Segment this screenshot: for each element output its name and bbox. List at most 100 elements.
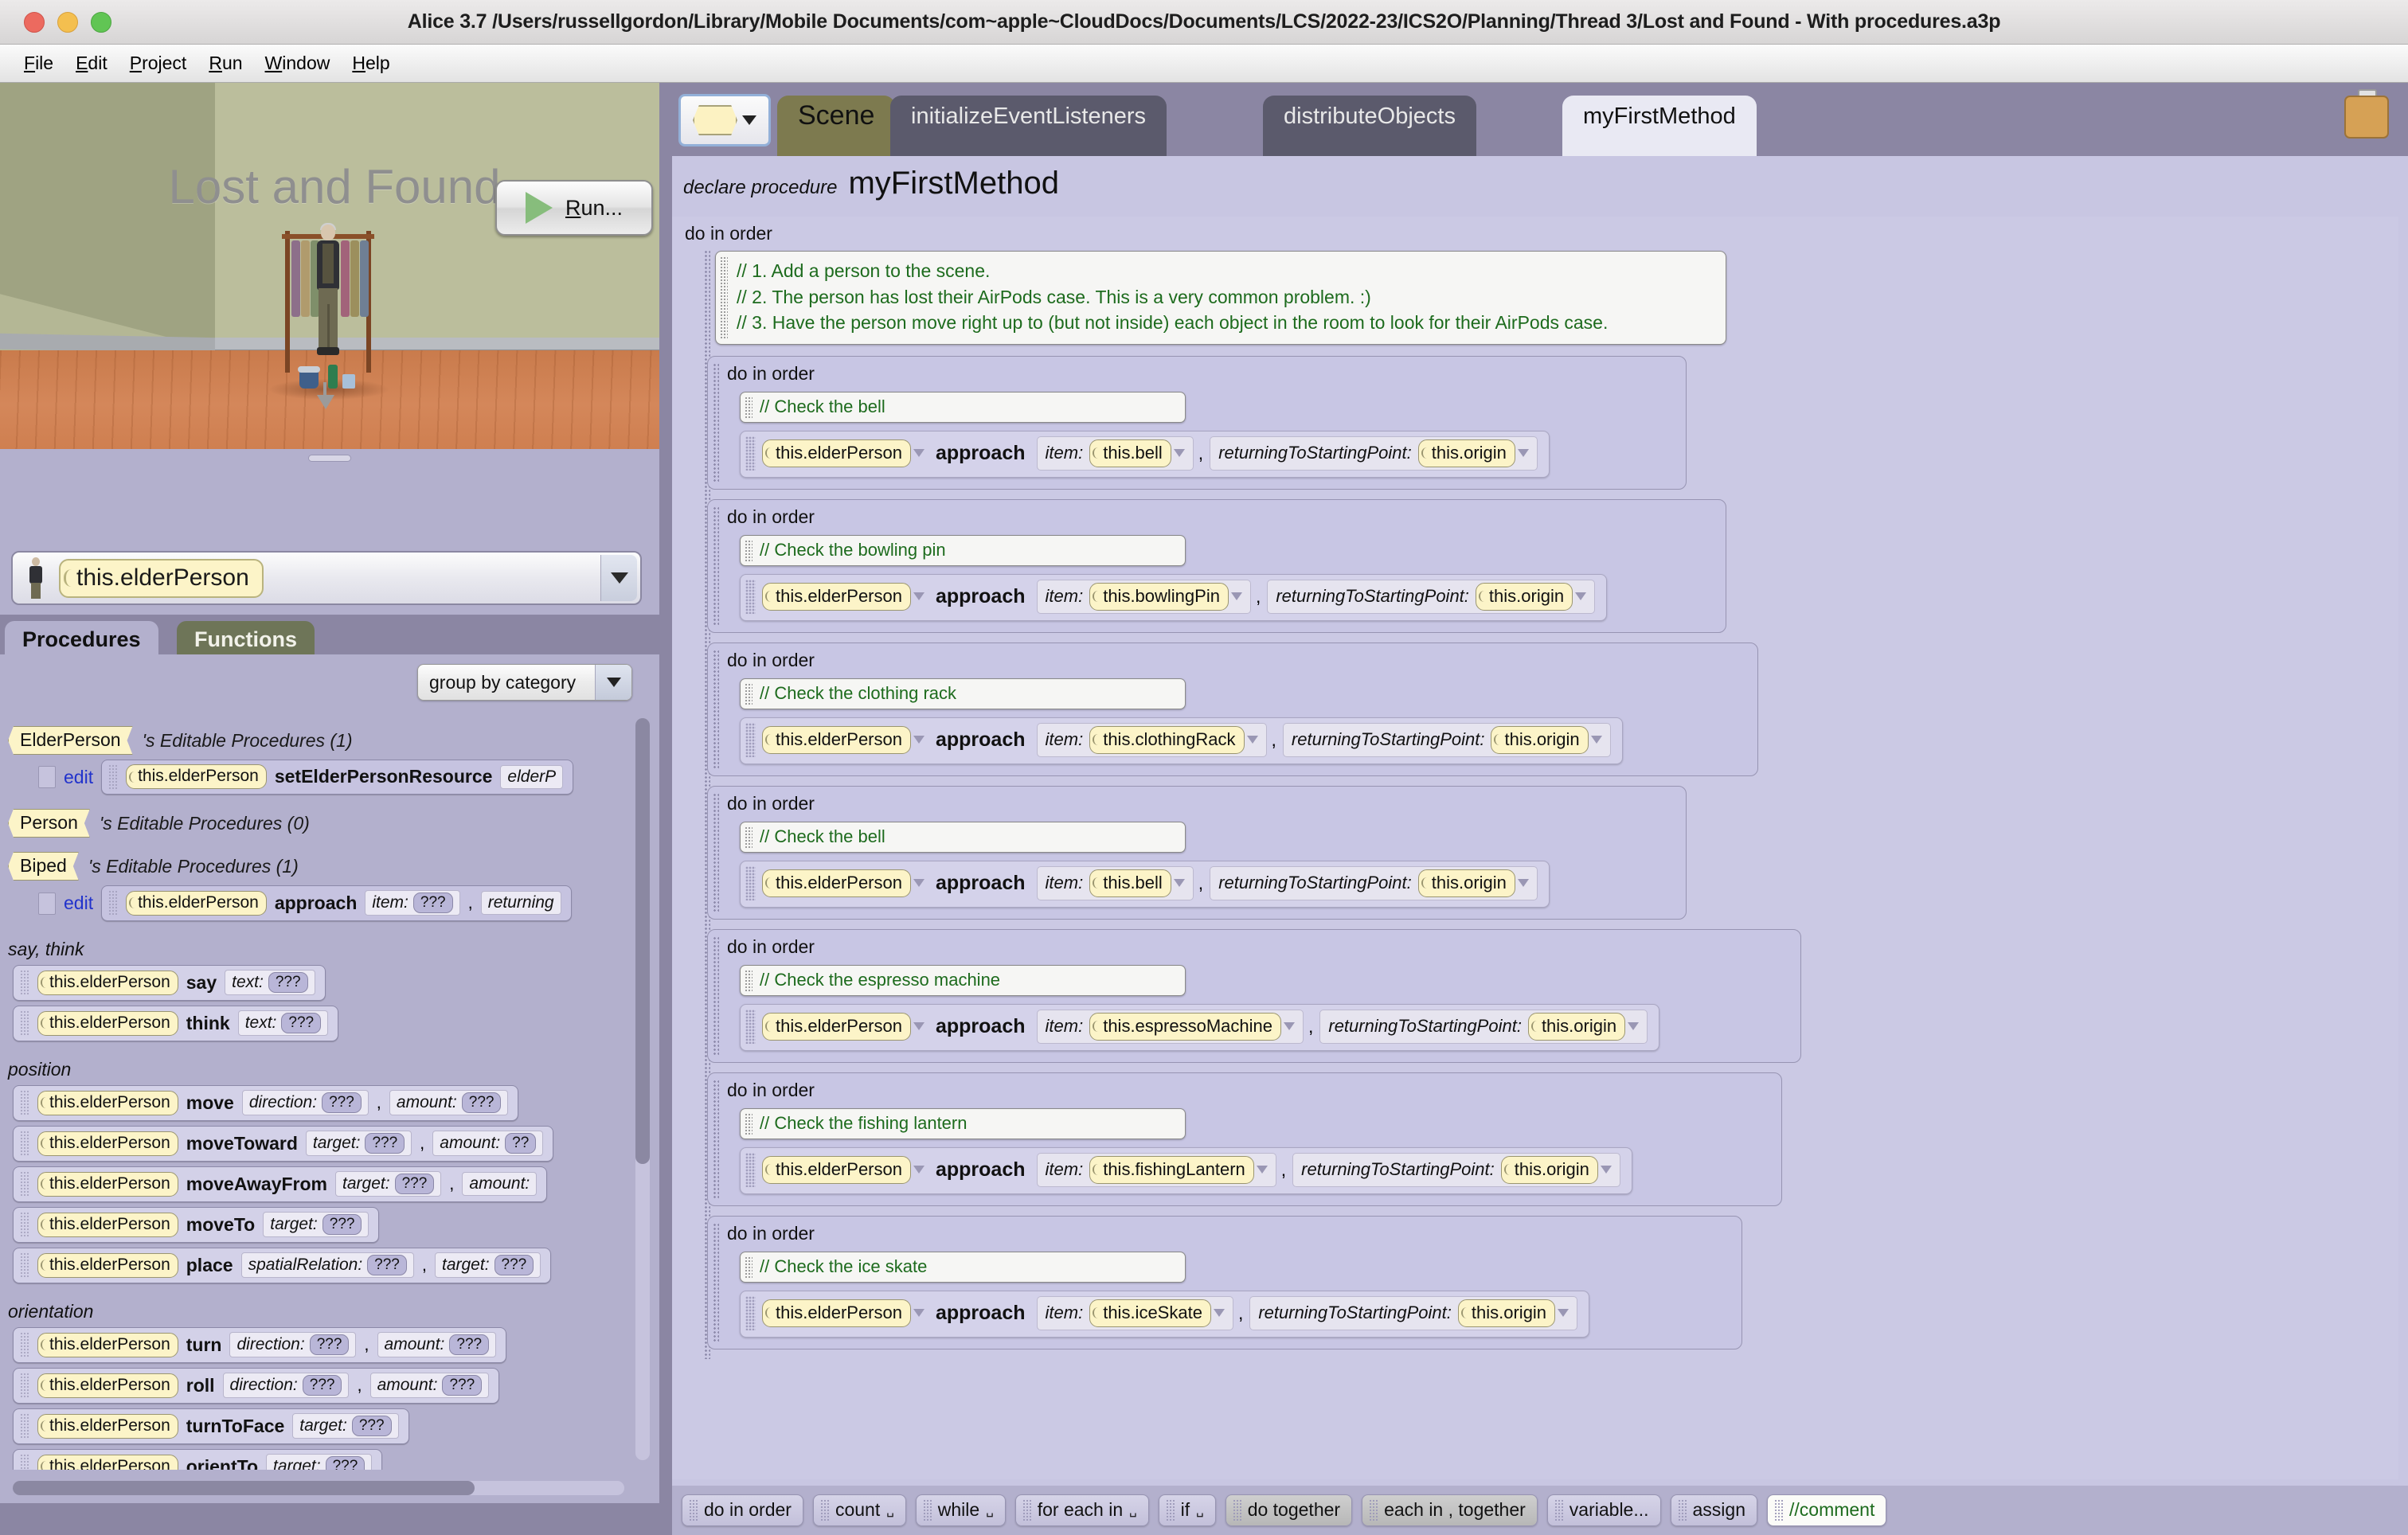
param-value[interactable]: ??? [322,1092,362,1113]
approach-statement[interactable]: this.elderPerson approach item: this.bel… [740,431,1550,478]
palette-tile-count[interactable]: count␣ [813,1494,906,1526]
arg-value-chip[interactable]: this.origin [1418,869,1515,897]
group-by-dropdown[interactable]: group by category [417,664,632,701]
param-box[interactable]: target: ??? [435,1252,541,1278]
procedure-row[interactable]: this.elderPerson move direction: ??? , a… [13,1085,629,1121]
object-chip[interactable]: this.elderPerson [762,1156,911,1184]
chevron-down-icon[interactable] [913,736,924,744]
chevron-down-icon[interactable] [1601,1166,1612,1174]
drag-grip-icon[interactable] [20,1090,29,1115]
arg-value-chip[interactable]: this.origin [1418,439,1515,467]
splitter-grip[interactable] [308,455,351,462]
param-box[interactable]: direction: ??? [229,1332,356,1357]
edit-link[interactable]: edit [64,767,93,788]
param-box[interactable]: amount: ?? [432,1131,543,1156]
chevron-down-icon[interactable] [595,665,631,700]
approach-statement[interactable]: this.elderPerson approach item: this.fis… [740,1147,1632,1194]
param-value[interactable]: ?? [505,1133,536,1154]
arg-returning-to-starting-point[interactable]: returningToStartingPoint: this.origin [1283,723,1611,757]
drag-grip-icon[interactable] [108,890,118,916]
arg-value-chip[interactable]: this.iceSkate [1089,1299,1211,1327]
palette-tile-for-each-in[interactable]: for each in␣ [1015,1494,1149,1526]
param-box[interactable]: returning [481,891,561,915]
object-chip[interactable]: this.elderPerson [762,583,911,611]
do-in-order-block[interactable]: do in order // Check the espresso machin… [707,929,1801,1063]
param-value[interactable]: ??? [310,1334,350,1355]
procedure-tile-movetoward[interactable]: this.elderPerson moveToward target: ??? … [13,1126,553,1162]
drag-grip-icon[interactable] [745,683,752,705]
approach-statement[interactable]: this.elderPerson approach item: this.bow… [740,574,1607,621]
arg-item[interactable]: item: this.espressoMachine [1037,1010,1304,1044]
drag-grip-icon[interactable] [745,1153,756,1187]
procedure-tile-moveawayfrom[interactable]: this.elderPerson moveAwayFrom target: ??… [13,1166,547,1202]
procedure-row[interactable]: edit this.elderPerson setElderPersonReso… [38,760,629,795]
palette-tile-while[interactable]: while␣ [916,1494,1006,1526]
param-box[interactable]: target: ??? [335,1171,441,1197]
clipboard-icon[interactable] [2344,89,2389,139]
arg-value-chip[interactable]: this.fishingLantern [1089,1156,1254,1184]
chevron-down-icon[interactable] [913,1166,924,1174]
drag-grip-icon[interactable] [745,1296,756,1330]
param-box[interactable]: amount: ??? [370,1373,490,1398]
procedure-tile-think[interactable]: this.elderPerson think text: ??? [13,1006,338,1041]
tab-distribute-objects[interactable]: distributeObjects [1263,96,1476,156]
scene-object-button[interactable] [678,94,771,146]
inline-comment[interactable]: // Check the bell [740,822,1186,853]
chevron-down-icon[interactable] [1247,736,1258,744]
arg-value-chip[interactable]: this.bell [1089,869,1171,897]
do-in-order-block[interactable]: do in order // Check the bowling pin thi… [707,499,1726,633]
chevron-down-icon[interactable] [1257,1166,1268,1174]
inline-comment[interactable]: // Check the clothing rack [740,678,1186,709]
tab-initialize-event-listeners[interactable]: initializeEventListeners [890,96,1167,156]
tab-procedures[interactable]: Procedures [5,621,158,658]
chevron-down-icon[interactable] [1284,1022,1295,1030]
param-box[interactable]: item: ??? [365,890,459,916]
do-in-order-root-block[interactable]: do in order // 1. Add a person to the sc… [685,223,2390,1359]
param-box[interactable]: elderP [500,765,563,789]
drag-grip-icon[interactable] [745,1113,752,1135]
chevron-down-icon[interactable] [1214,1309,1225,1317]
menu-project[interactable]: Project [119,49,198,77]
param-box[interactable]: amount: [462,1172,537,1196]
chevron-down-icon[interactable] [1518,879,1529,887]
procedure-tile-move[interactable]: this.elderPerson move direction: ??? , a… [13,1085,518,1121]
drag-grip-icon[interactable] [1166,1499,1175,1521]
approach-statement[interactable]: this.elderPerson approach item: this.ice… [740,1291,1589,1338]
arg-value-chip[interactable]: this.clothingRack [1089,726,1244,754]
drag-grip-icon[interactable] [1233,1499,1241,1521]
chevron-down-icon[interactable] [1575,592,1586,600]
procedure-row[interactable]: this.elderPerson think text: ??? [13,1006,629,1041]
do-in-order-block[interactable]: do in order // Check the ice skate this.… [707,1216,1742,1349]
procedure-row[interactable]: this.elderPerson moveTo target: ??? [13,1207,629,1243]
drag-grip-icon[interactable] [745,723,756,757]
palette-tile-if[interactable]: if␣ [1159,1494,1216,1526]
palette-tile-assign[interactable]: assign [1671,1494,1757,1526]
procedure-tile-turn[interactable]: this.elderPerson turn direction: ??? , a… [13,1327,506,1363]
arg-value-chip[interactable]: this.origin [1528,1013,1625,1041]
procedure-tile-turntoface[interactable]: this.elderPerson turnToFace target: ??? [13,1408,409,1444]
code-canvas[interactable]: do in order // 1. Add a person to the sc… [672,217,2398,1479]
header-comment-block[interactable]: // 1. Add a person to the scene. // 2. T… [715,251,1726,345]
drag-grip-icon[interactable] [745,580,756,614]
drag-grip-icon[interactable] [1369,1499,1378,1521]
arg-returning-to-starting-point[interactable]: returningToStartingPoint: this.origin [1249,1296,1577,1330]
chevron-down-icon[interactable] [913,1309,924,1317]
palette-tile-do-in-order[interactable]: do in order [682,1494,803,1526]
approach-statement[interactable]: this.elderPerson approach item: this.clo… [740,717,1623,764]
scrollbar-thumb[interactable] [635,718,650,1164]
param-value[interactable]: ??? [326,1456,366,1470]
palette-tile-comment[interactable]: //comment [1767,1494,1886,1526]
arg-value-chip[interactable]: this.origin [1476,583,1573,611]
drag-grip-icon[interactable] [745,396,752,418]
procedure-tile-orientto[interactable]: this.elderPerson orientTo target: ??? [13,1449,382,1470]
param-box[interactable]: target: ??? [263,1212,369,1237]
chevron-down-icon[interactable] [742,115,756,125]
drag-grip-icon[interactable] [20,1413,29,1439]
procedure-row[interactable]: this.elderPerson moveToward target: ??? … [13,1126,629,1162]
procedure-row[interactable]: this.elderPerson moveAwayFrom target: ??… [13,1166,629,1202]
arg-returning-to-starting-point[interactable]: returningToStartingPoint: this.origin [1210,436,1538,471]
procedures-vertical-scrollbar[interactable] [635,718,650,1460]
tab-scene[interactable]: Scene [777,96,895,156]
drag-grip-icon[interactable] [745,540,752,561]
arg-value-chip[interactable]: this.espressoMachine [1089,1013,1281,1041]
